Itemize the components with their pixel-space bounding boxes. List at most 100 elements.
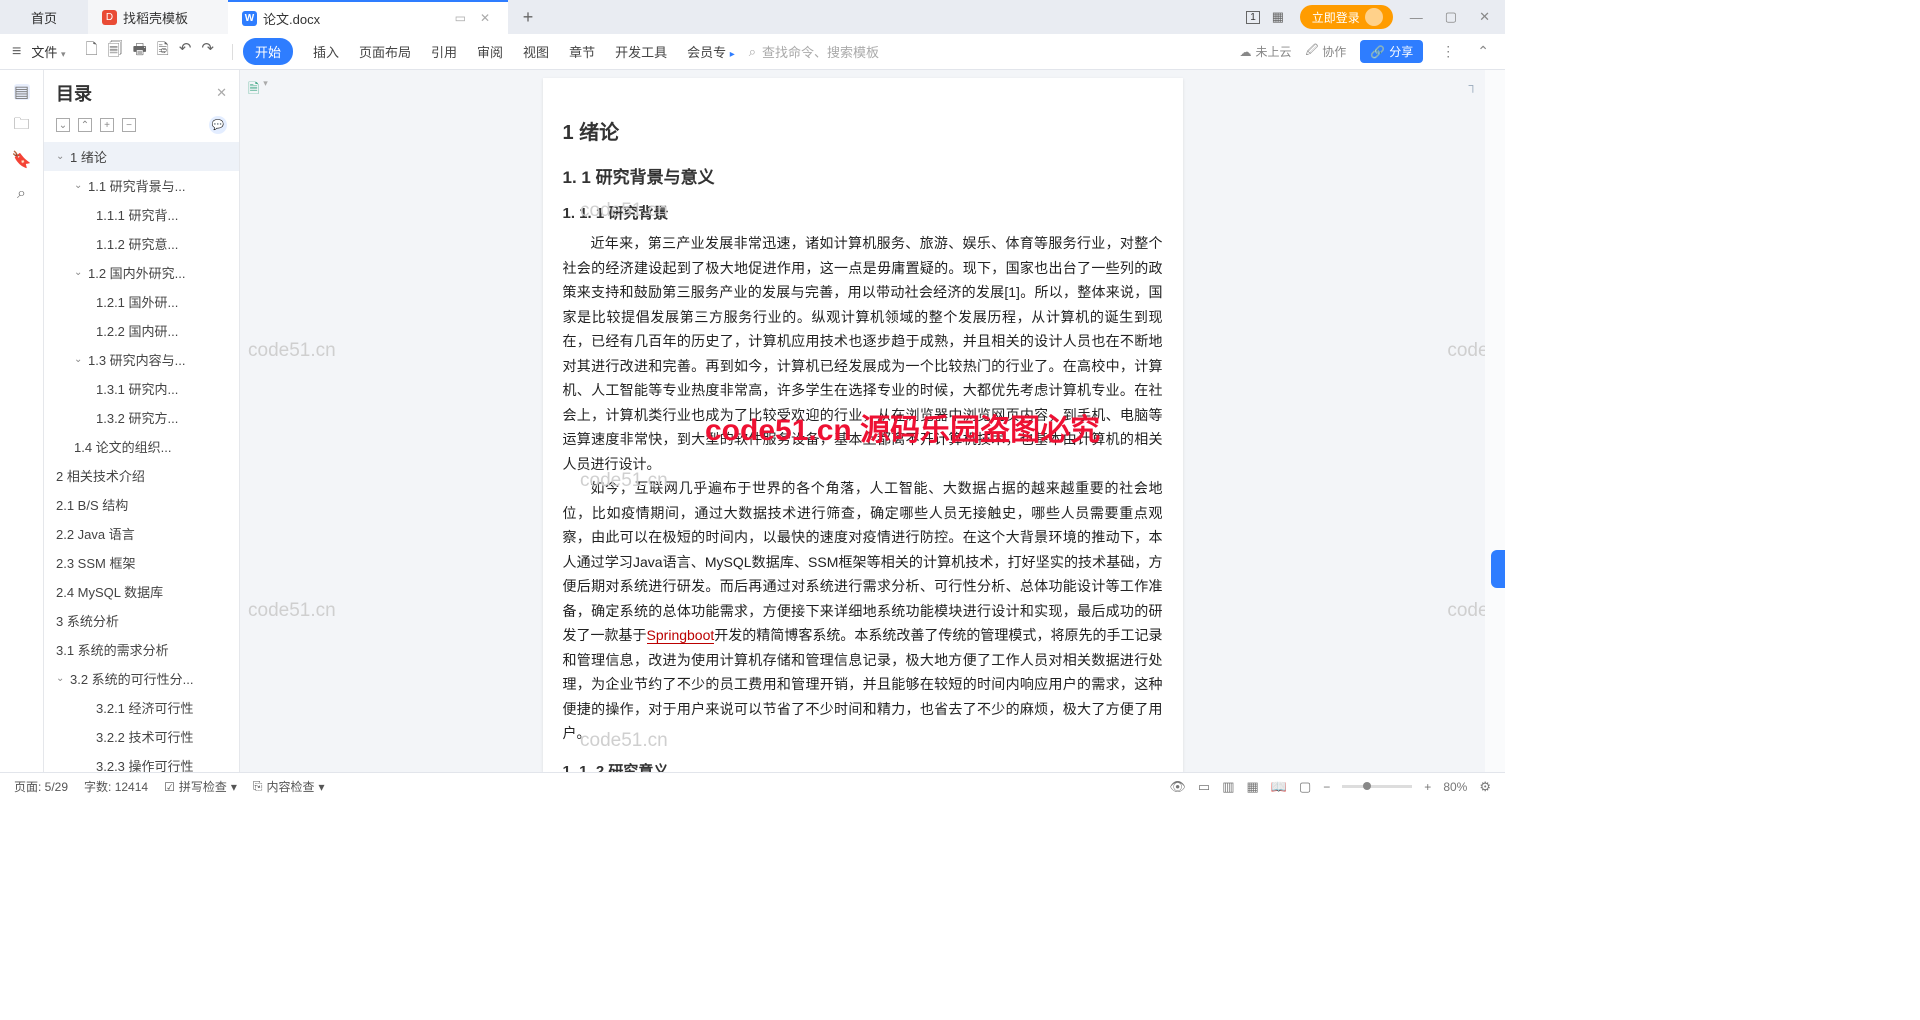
outline-item[interactable]: 3 系统分析 [44, 606, 239, 635]
outline-item[interactable]: 2.2 Java 语言 [44, 519, 239, 548]
menu-layout[interactable]: 页面布局 [359, 42, 411, 61]
ai-assist-icon[interactable]: 💬 [209, 116, 227, 134]
qa-redo-icon[interactable]: ↷ [201, 39, 214, 64]
file-menu[interactable]: 文件 ▾ [31, 42, 65, 61]
tab-screen-icon[interactable]: ▭ [451, 11, 470, 25]
outline-rail-icon[interactable]: ▤ [14, 84, 30, 100]
page-doc-icon: 🗎 [248, 78, 259, 102]
menu-view[interactable]: 视图 [523, 42, 549, 61]
level-up-icon[interactable]: + [100, 118, 114, 132]
outline-item[interactable]: 3.1 系统的需求分析 [44, 635, 239, 664]
settings-icon[interactable]: ⚙ [1479, 779, 1491, 795]
collapse-all-icon[interactable]: ⌃ [78, 118, 92, 132]
page-action-icons[interactable]: 🗎▾ [248, 78, 268, 102]
tab-close-icon[interactable]: ✕ [476, 11, 494, 25]
qa-save-icon[interactable]: 🗋 [86, 39, 98, 64]
share-button[interactable]: 🔗分享 [1360, 40, 1423, 63]
chevron-down-icon[interactable]: ⌄ [74, 354, 84, 365]
outline-item-label: 1.2 国内外研究... [88, 263, 186, 282]
close-icon[interactable]: ✕ [1474, 9, 1495, 25]
outline-item[interactable]: ⌄ 1.2 国内外研究... [44, 258, 239, 287]
command-search[interactable]: ⌕ 查找命令、搜索模板 [749, 42, 879, 61]
apps-grid-icon[interactable]: ▦ [1272, 9, 1288, 25]
zoom-out-icon[interactable]: − [1323, 780, 1330, 794]
new-tab-button[interactable]: + [508, 0, 548, 34]
share-icon: 🔗 [1370, 45, 1385, 59]
view-outline-icon[interactable]: ▦ [1247, 779, 1259, 795]
outline-item[interactable]: 1.1.1 研究背... [44, 200, 239, 229]
menu-devtools[interactable]: 开发工具 [615, 42, 667, 61]
coop-button[interactable]: 🖉协作 [1305, 41, 1346, 62]
outline-item[interactable]: 3.2.1 经济可行性 [44, 693, 239, 722]
zoom-in-icon[interactable]: + [1424, 780, 1431, 794]
outline-item[interactable]: 1.2.1 国外研... [44, 287, 239, 316]
zoom-slider[interactable] [1342, 785, 1412, 788]
outline-item[interactable]: 3.2.3 操作可行性 [44, 751, 239, 772]
qa-preview-icon[interactable]: 🗟 [157, 39, 169, 64]
expand-all-icon[interactable]: ⌄ [56, 118, 70, 132]
outline-title: 目录 [56, 80, 208, 106]
right-scrollbar[interactable] [1485, 70, 1505, 772]
collapse-ribbon-icon[interactable]: ⌃ [1473, 43, 1493, 60]
login-button[interactable]: 立即登录 [1300, 5, 1393, 29]
people-icon: 🖉 [1305, 41, 1318, 62]
zoom-fit-icon[interactable]: ▢ [1299, 779, 1311, 795]
doc-h3: 1. 1. 1 研究背景 [563, 202, 1163, 223]
page-indicator[interactable]: 页面: 5/29 [14, 778, 68, 795]
layout-1-icon[interactable]: 1 [1246, 11, 1260, 24]
side-tag[interactable] [1491, 550, 1505, 588]
outline-item[interactable]: 1.1.2 研究意... [44, 229, 239, 258]
menu-reference[interactable]: 引用 [431, 42, 457, 61]
chevron-down-icon[interactable]: ⌄ [74, 267, 84, 278]
outline-item[interactable]: ⌄1.1 研究背景与... [44, 171, 239, 200]
view-print-icon[interactable]: ▭ [1198, 779, 1210, 795]
minimize-icon[interactable]: — [1405, 10, 1428, 25]
outline-item[interactable]: ⌄1 绪论 [44, 142, 239, 171]
level-down-icon[interactable]: − [122, 118, 136, 132]
menu-insert[interactable]: 插入 [313, 42, 339, 61]
status-bar: 页面: 5/29 字数: 12414 ☑拼写检查 ▾ ⎘内容检查 ▾ 👁 ▭ ▥… [0, 772, 1505, 800]
nav-rail-icon[interactable]: 🗀 [14, 118, 30, 134]
search-rail-icon[interactable]: ⌕ [14, 186, 30, 202]
view-eye-icon[interactable]: 👁 [1169, 779, 1186, 795]
cloud-status[interactable]: ☁未上云 [1239, 43, 1291, 60]
qa-saveas-icon[interactable]: 🗐 [108, 39, 123, 64]
view-read-icon[interactable]: 📖 [1271, 779, 1287, 795]
outline-close-icon[interactable]: ✕ [216, 85, 227, 101]
tab-document-active[interactable]: W 论文.docx ▭ ✕ [228, 0, 508, 34]
menu-member[interactable]: 会员专 ▸ [687, 42, 735, 61]
menu-start[interactable]: 开始 [243, 38, 293, 65]
outline-item[interactable]: ⌄3.2 系统的可行性分... [44, 664, 239, 693]
bookmark-rail-icon[interactable]: 🔖 [14, 152, 30, 168]
qa-print-icon[interactable]: 🖶 [133, 39, 147, 64]
watermark: code51.cn [1447, 600, 1485, 622]
menu-chapter[interactable]: 章节 [569, 42, 595, 61]
tab-template[interactable]: D 找稻壳模板 [88, 0, 228, 34]
outline-item[interactable]: ⌄1.3 研究内容与... [44, 345, 239, 374]
chevron-down-icon[interactable]: ⌄ [56, 673, 66, 684]
outline-item[interactable]: 3.2.2 技术可行性 [44, 722, 239, 751]
outline-item[interactable]: 2.1 B/S 结构 [44, 490, 239, 519]
outline-item[interactable]: 2.4 MySQL 数据库 [44, 577, 239, 606]
hamburger-icon[interactable]: ≡ [12, 43, 21, 61]
word-count[interactable]: 字数: 12414 [84, 778, 148, 795]
chevron-down-icon[interactable]: ⌄ [74, 180, 84, 191]
outline-item[interactable]: 1.4 论文的组织... [44, 432, 239, 461]
contentcheck-button[interactable]: ⎘内容检查 ▾ [253, 778, 325, 795]
doc-h2: 1. 1 研究背景与意义 [563, 163, 1163, 188]
qa-undo-icon[interactable]: ↶ [179, 39, 192, 64]
document-page[interactable]: 1 绪论 1. 1 研究背景与意义 1. 1. 1 研究背景 近年来，第三产业发… [543, 78, 1183, 772]
zoom-level[interactable]: 80% [1443, 780, 1467, 794]
outline-item[interactable]: 1.2.2 国内研... [44, 316, 239, 345]
view-web-icon[interactable]: ▥ [1222, 779, 1234, 795]
tab-home[interactable]: 首页 [0, 0, 88, 34]
outline-item[interactable]: 2.3 SSM 框架 [44, 548, 239, 577]
outline-item[interactable]: 2 相关技术介绍 [44, 461, 239, 490]
menu-review[interactable]: 审阅 [477, 42, 503, 61]
outline-item[interactable]: 1.3.2 研究方... [44, 403, 239, 432]
more-icon[interactable]: ⋮ [1437, 43, 1459, 60]
chevron-down-icon[interactable]: ⌄ [56, 151, 66, 162]
maximize-icon[interactable]: ▢ [1440, 9, 1462, 25]
spellcheck-button[interactable]: ☑拼写检查 ▾ [164, 778, 237, 795]
outline-item[interactable]: 1.3.1 研究内... [44, 374, 239, 403]
